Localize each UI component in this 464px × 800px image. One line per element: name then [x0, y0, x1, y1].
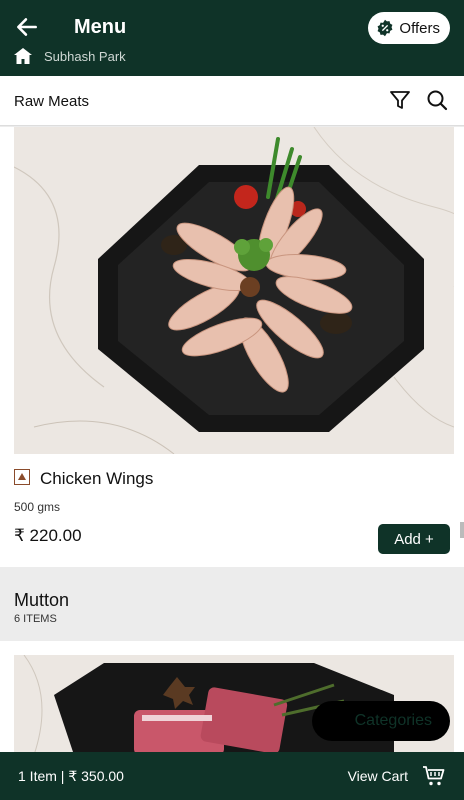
filter-icon[interactable] — [388, 88, 412, 112]
product-name: Chicken Wings — [40, 469, 154, 488]
home-icon — [14, 48, 32, 64]
cart-summary: 1 Item | ₹ 350.00 — [18, 768, 124, 784]
view-cart-button[interactable]: View Cart — [348, 768, 408, 784]
search-icon[interactable] — [425, 88, 449, 112]
product-quantity: 500 gms — [14, 500, 61, 514]
section-item-count: 6 ITEMS — [14, 613, 57, 625]
product-image[interactable] — [14, 127, 454, 454]
product-card[interactable]: Chicken Wings 500 gms ₹ 220.00 Add + — [0, 127, 464, 567]
add-to-cart-button[interactable]: Add + — [378, 524, 450, 554]
offers-button[interactable]: Offers — [368, 12, 450, 44]
scrollbar-thumb[interactable] — [460, 522, 464, 538]
offers-label: Offers — [399, 19, 440, 37]
delivery-location[interactable]: Subhash Park — [14, 48, 126, 64]
non-veg-mark-icon — [14, 469, 30, 485]
section-title: Mutton — [14, 590, 70, 610]
product-price: ₹ 220.00 — [14, 526, 82, 545]
cart-icon[interactable] — [422, 764, 446, 788]
location-label: Subhash Park — [44, 48, 126, 64]
categories-button[interactable]: Categories — [312, 701, 450, 741]
app-header: Menu Offers Subhash Park — [0, 0, 464, 76]
cart-bar[interactable]: 1 Item | ₹ 350.00 View Cart — [0, 752, 464, 800]
category-bar: Raw Meats — [0, 76, 464, 126]
back-arrow-icon[interactable] — [14, 14, 40, 40]
category-title: Raw Meats — [14, 93, 90, 110]
offers-badge-icon — [377, 19, 393, 37]
page-title: Menu — [74, 16, 127, 38]
